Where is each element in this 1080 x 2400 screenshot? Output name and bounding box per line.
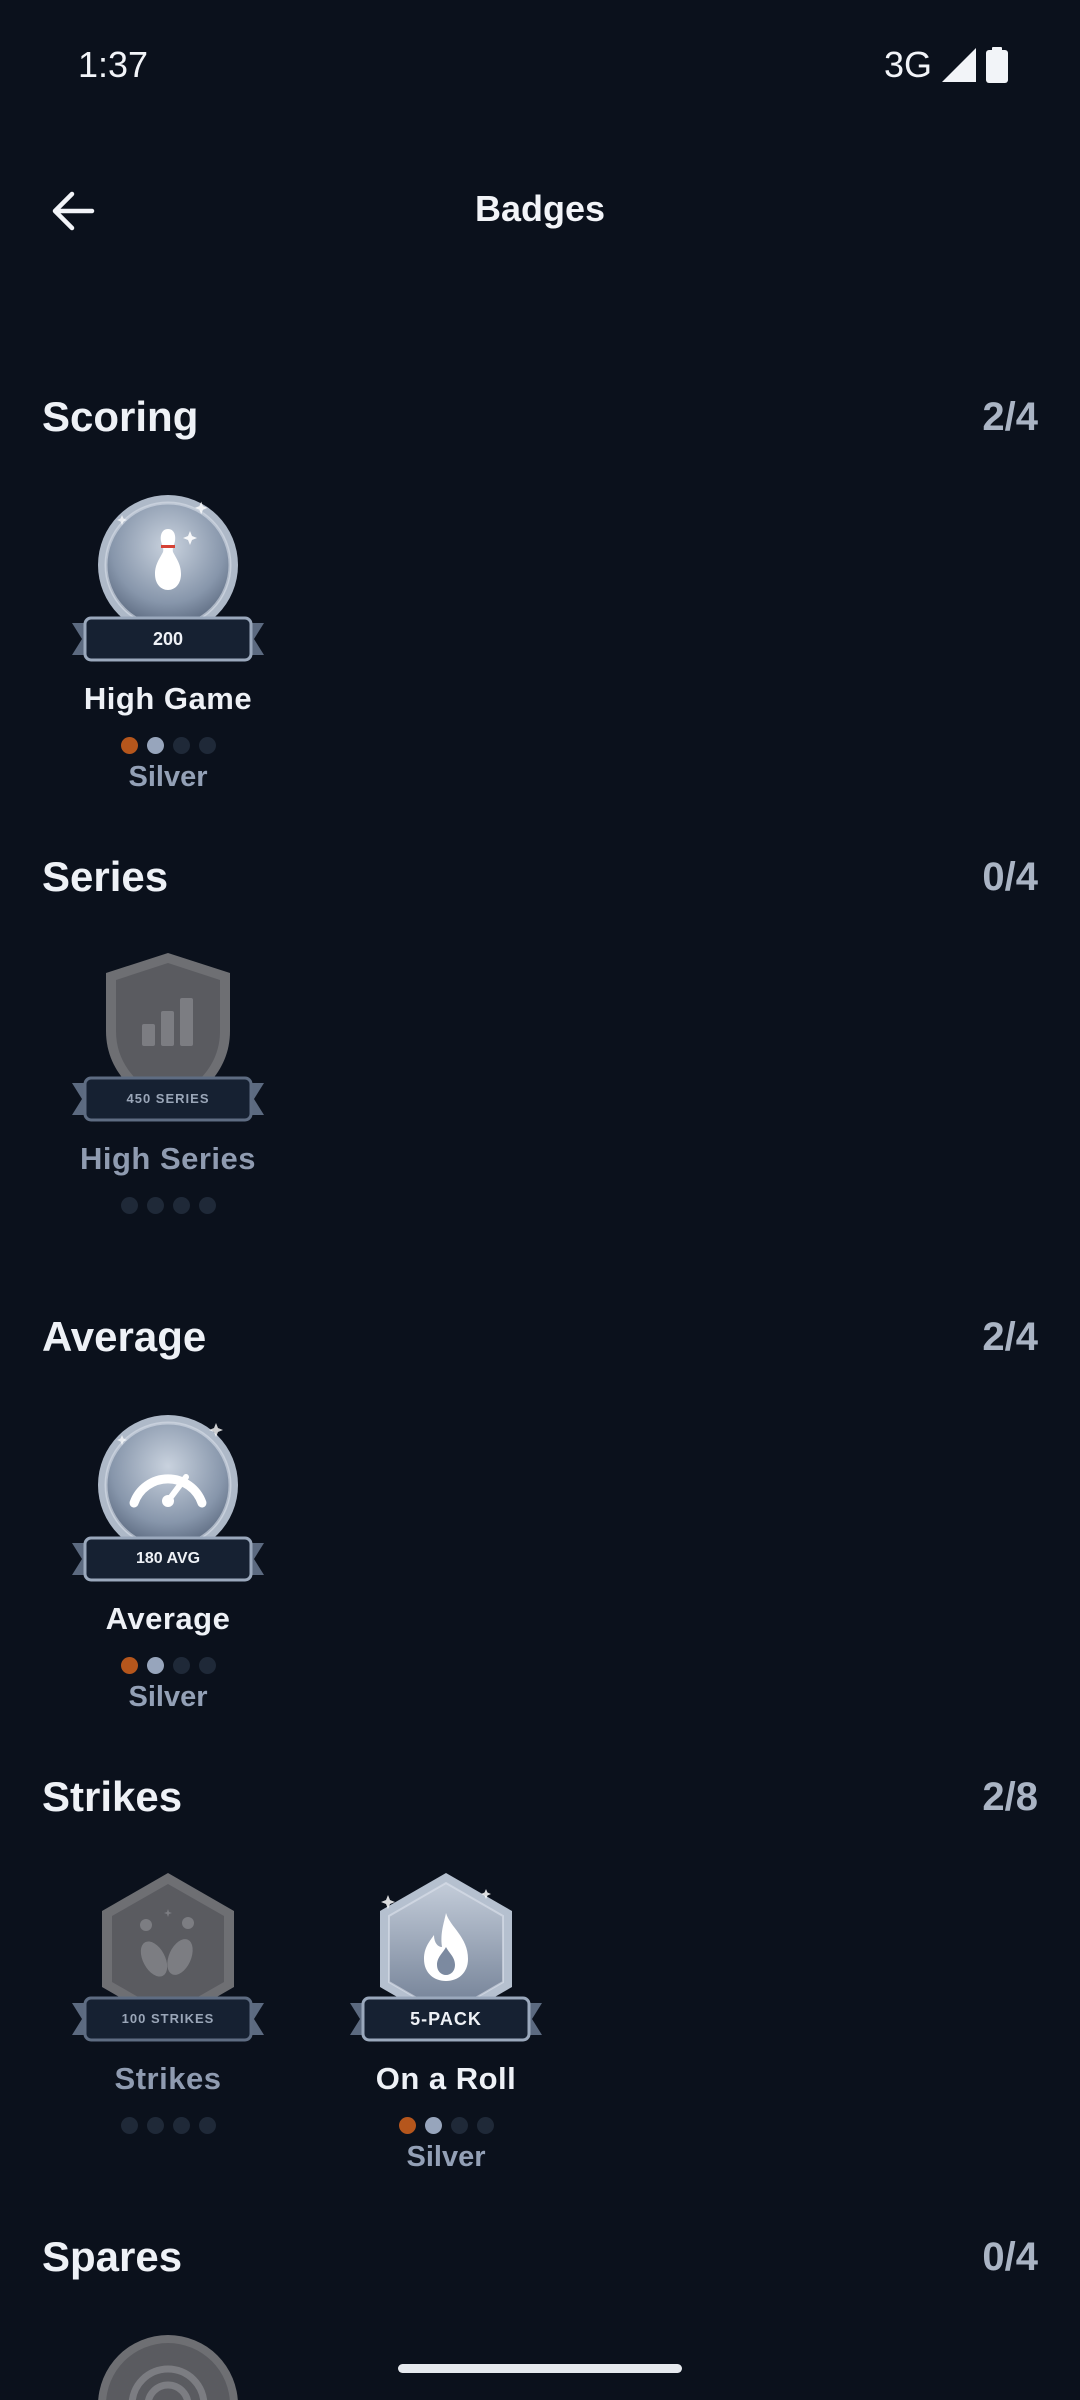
section-count: 0/4 [982, 855, 1038, 899]
badge-art [98, 2335, 238, 2400]
section-count: 2/8 [982, 1775, 1038, 1819]
badge-high-game[interactable]: 200 High Game Silver [68, 493, 268, 813]
section-title: Average [42, 1313, 207, 1360]
tier-dot-empty [198, 1197, 216, 1214]
badge-ribbon: 200 [152, 629, 184, 649]
tier-dot-empty [172, 737, 190, 754]
tier-progress [68, 737, 268, 754]
tier-dot-empty [476, 2117, 494, 2134]
section-header: Spares 0/4 [42, 2233, 1038, 2293]
tier-dot-bronze [120, 737, 138, 754]
badge-high-series[interactable]: 450 SERIES High Series [68, 953, 268, 1273]
badge-tier: Silver [406, 2141, 486, 2173]
badge-ribbon: 5-PACK [410, 2009, 482, 2029]
section-count: 2/4 [982, 1315, 1038, 1359]
badge-name: High Game [83, 681, 253, 716]
tier-dot-empty [198, 737, 216, 754]
section-header: Series 0/4 [42, 853, 1038, 913]
section-title: Strikes [42, 1773, 183, 1820]
section-header: Average 2/4 [42, 1313, 1038, 1373]
badge-spares-partial[interactable] [68, 2333, 268, 2400]
badge-tier: Silver [128, 1681, 208, 1713]
section-header: Strikes 2/8 [42, 1773, 1038, 1833]
status-bar: 1:37 3G [0, 0, 1080, 130]
tier-dot-empty [172, 1657, 190, 1674]
tier-progress [68, 1657, 268, 1674]
tier-dot-bronze [398, 2117, 416, 2134]
badge-name: Strikes [114, 2061, 222, 2096]
tier-dot-empty [146, 1197, 164, 1214]
tier-dot-empty [198, 2117, 216, 2134]
tier-progress [68, 1197, 268, 1214]
tier-dot-empty [172, 1197, 190, 1214]
tier-dot-empty [120, 2117, 138, 2134]
app-bar: Badges [0, 150, 1080, 270]
tier-dot-empty [120, 1197, 138, 1214]
home-indicator[interactable] [398, 2364, 682, 2373]
badge-ribbon: 100 STRIKES [121, 2011, 215, 2026]
section-title: Series [42, 853, 169, 900]
section-header: Scoring 2/4 [42, 393, 1038, 453]
badge-name: Average [105, 1601, 231, 1636]
network-type: 3G [883, 44, 932, 85]
badge-ribbon: 180 AVG [135, 1550, 201, 1567]
badge-tier: Silver [128, 761, 208, 793]
badges-screen: 1:37 3G Badges Scoring 2/4 200 High Game… [0, 0, 1080, 2400]
tier-dot-silver [146, 737, 164, 754]
section-count: 2/4 [982, 395, 1038, 439]
badge-name: High Series [79, 1141, 257, 1176]
section-count: 0/4 [982, 2235, 1038, 2279]
tier-dot-empty [198, 1657, 216, 1674]
status-time: 1:37 [78, 44, 149, 85]
badge-average[interactable]: 180 AVG Average Silver [68, 1413, 268, 1733]
tier-dot-empty [172, 2117, 190, 2134]
section-title: Spares [42, 2233, 183, 2280]
tier-dot-silver [146, 1657, 164, 1674]
tier-dot-silver [424, 2117, 442, 2134]
badge-ribbon: 450 SERIES [126, 1091, 210, 1106]
battery-icon [986, 47, 1008, 83]
tier-dot-bronze [120, 1657, 138, 1674]
tier-progress [68, 2117, 268, 2134]
section-title: Scoring [42, 393, 199, 440]
badge-name: On a Roll [375, 2061, 517, 2096]
page-title: Badges [474, 188, 606, 229]
badge-strikes[interactable]: 100 STRIKES Strikes [68, 1873, 268, 2193]
badge-on-a-roll[interactable]: 5-PACK On a Roll Silver [346, 1873, 546, 2193]
status-icons: 3G [884, 44, 1008, 86]
tier-progress [346, 2117, 546, 2134]
tier-dot-empty [450, 2117, 468, 2134]
tier-dot-empty [146, 2117, 164, 2134]
signal-icon [942, 48, 976, 82]
